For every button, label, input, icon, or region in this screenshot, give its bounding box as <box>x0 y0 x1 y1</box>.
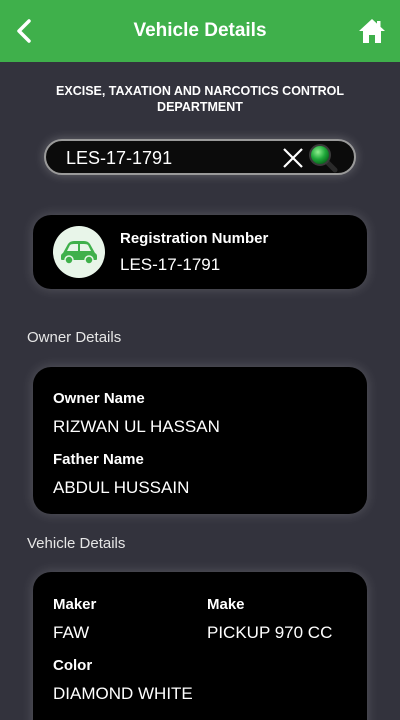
father-name-label: Father Name <box>53 451 144 468</box>
color-value: DIAMOND WHITE <box>53 684 193 703</box>
owner-details-heading: Owner Details <box>27 329 122 346</box>
home-button[interactable] <box>356 15 388 47</box>
car-badge <box>53 226 105 278</box>
page-title: Vehicle Details <box>133 20 267 41</box>
department-heading: EXCISE, TAXATION AND NARCOTICS CONTROL D… <box>56 84 344 114</box>
make-label: Make <box>207 596 245 613</box>
top-app-bar: Vehicle Details <box>0 0 400 62</box>
chevron-left-icon <box>17 19 31 43</box>
vehicle-details-card: Maker FAW Make PICKUP 970 CC Color DIAMO… <box>33 572 367 720</box>
back-button[interactable] <box>10 16 38 46</box>
father-name-value: ABDUL HUSSAIN <box>53 478 190 497</box>
search-input[interactable] <box>66 145 276 171</box>
owner-name-value: RIZWAN UL HASSAN <box>53 417 220 436</box>
maker-label: Maker <box>53 596 97 613</box>
clear-search-button[interactable] <box>282 147 304 169</box>
close-icon <box>283 148 303 168</box>
color-label: Color <box>53 657 93 674</box>
car-icon <box>61 241 97 265</box>
maker-value: FAW <box>53 623 90 642</box>
search-bar <box>44 139 356 175</box>
search-icon <box>309 144 338 173</box>
registration-card: Registration Number LES-17-1791 <box>33 215 367 289</box>
owner-name-label: Owner Name <box>53 390 145 407</box>
search-button[interactable] <box>308 143 338 173</box>
owner-details-card: Owner Name RIZWAN UL HASSAN Father Name … <box>33 367 367 514</box>
registration-number-label: Registration Number <box>120 230 269 247</box>
vehicle-details-heading: Vehicle Details <box>27 535 126 552</box>
registration-number-value: LES-17-1791 <box>120 255 221 274</box>
home-icon <box>359 19 385 43</box>
make-value: PICKUP 970 CC <box>207 623 333 642</box>
